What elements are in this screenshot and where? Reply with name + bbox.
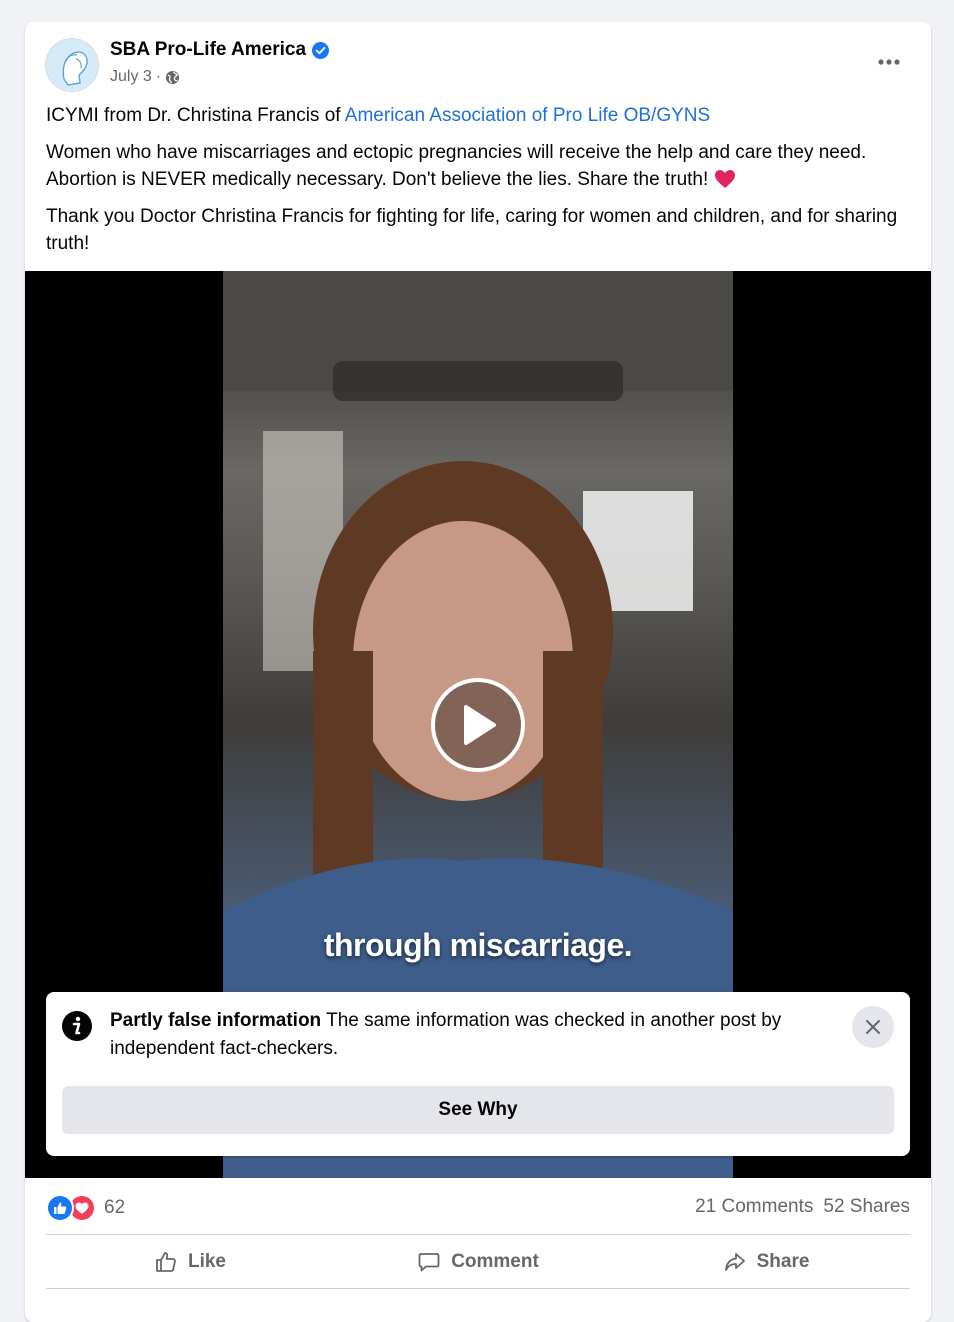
divider — [46, 1288, 910, 1289]
share-button[interactable]: Share — [622, 1237, 910, 1287]
post-meta: July 3 · — [110, 68, 180, 86]
post-paragraph-1: ICYMI from Dr. Christina Francis of Amer… — [46, 102, 916, 129]
comments-count[interactable]: 21 Comments — [695, 1196, 813, 1218]
post-body: ICYMI from Dr. Christina Francis of Amer… — [46, 102, 916, 267]
play-button[interactable] — [431, 678, 525, 772]
close-button[interactable] — [852, 1006, 894, 1048]
play-icon — [464, 705, 496, 745]
red-heart-emoji-icon — [714, 170, 735, 188]
silhouette-logo-icon — [46, 39, 98, 91]
engagement-stats: 62 21 Comments 52 Shares — [46, 1190, 910, 1222]
comment-label: Comment — [451, 1251, 539, 1272]
post-paragraph-2: Women who have miscarriages and ectopic … — [46, 139, 916, 193]
fact-check-text: Partly false information The same inform… — [110, 1007, 850, 1063]
more-options-button[interactable] — [871, 48, 907, 76]
reaction-count: 62 — [104, 1197, 126, 1218]
page-avatar[interactable] — [45, 38, 99, 92]
page-name[interactable]: SBA Pro-Life America — [110, 39, 306, 61]
ellipsis-icon — [878, 59, 900, 65]
meta-separator: · — [155, 68, 162, 85]
post-date[interactable]: July 3 — [110, 68, 152, 86]
divider — [46, 1234, 910, 1235]
name-row: SBA Pro-Life America — [110, 39, 330, 61]
post-paragraph-2-text: Women who have miscarriages and ectopic … — [46, 142, 867, 190]
video-caption: through miscarriage. — [323, 927, 633, 963]
share-label: Share — [756, 1251, 810, 1272]
info-icon — [62, 1011, 92, 1041]
video-player[interactable]: through miscarriage. Partly false inform… — [25, 271, 931, 1178]
reactions-summary[interactable]: 62 — [46, 1194, 125, 1222]
close-icon — [866, 1020, 880, 1034]
see-why-button[interactable]: See Why — [62, 1086, 894, 1134]
fact-check-title: Partly false information — [110, 1010, 322, 1031]
thumbs-up-icon — [156, 1252, 176, 1272]
comment-bubble-icon — [418, 1253, 440, 1272]
fact-check-overlay: Partly false information The same inform… — [46, 992, 910, 1156]
comment-share-counts: 21 Comments 52 Shares — [695, 1196, 910, 1218]
verified-badge-icon — [312, 41, 330, 59]
shares-count[interactable]: 52 Shares — [823, 1196, 910, 1218]
share-arrow-icon — [724, 1253, 745, 1271]
post-paragraph-3: Thank you Doctor Christina Francis for f… — [46, 206, 898, 254]
like-button[interactable]: Like — [46, 1237, 334, 1287]
like-reaction-icon — [46, 1194, 74, 1222]
comment-button[interactable]: Comment — [334, 1237, 622, 1287]
action-bar: Like Comment Share — [46, 1237, 910, 1287]
mention-link[interactable]: American Association of Pro Life OB/GYNS — [345, 105, 710, 126]
like-label: Like — [187, 1251, 227, 1272]
globe-icon[interactable] — [165, 70, 180, 85]
post-intro-text: ICYMI from Dr. Christina Francis of — [46, 105, 345, 126]
post-card: SBA Pro-Life America July 3 · ICYMI from — [25, 22, 931, 1322]
post-header: SBA Pro-Life America July 3 · — [25, 22, 931, 102]
